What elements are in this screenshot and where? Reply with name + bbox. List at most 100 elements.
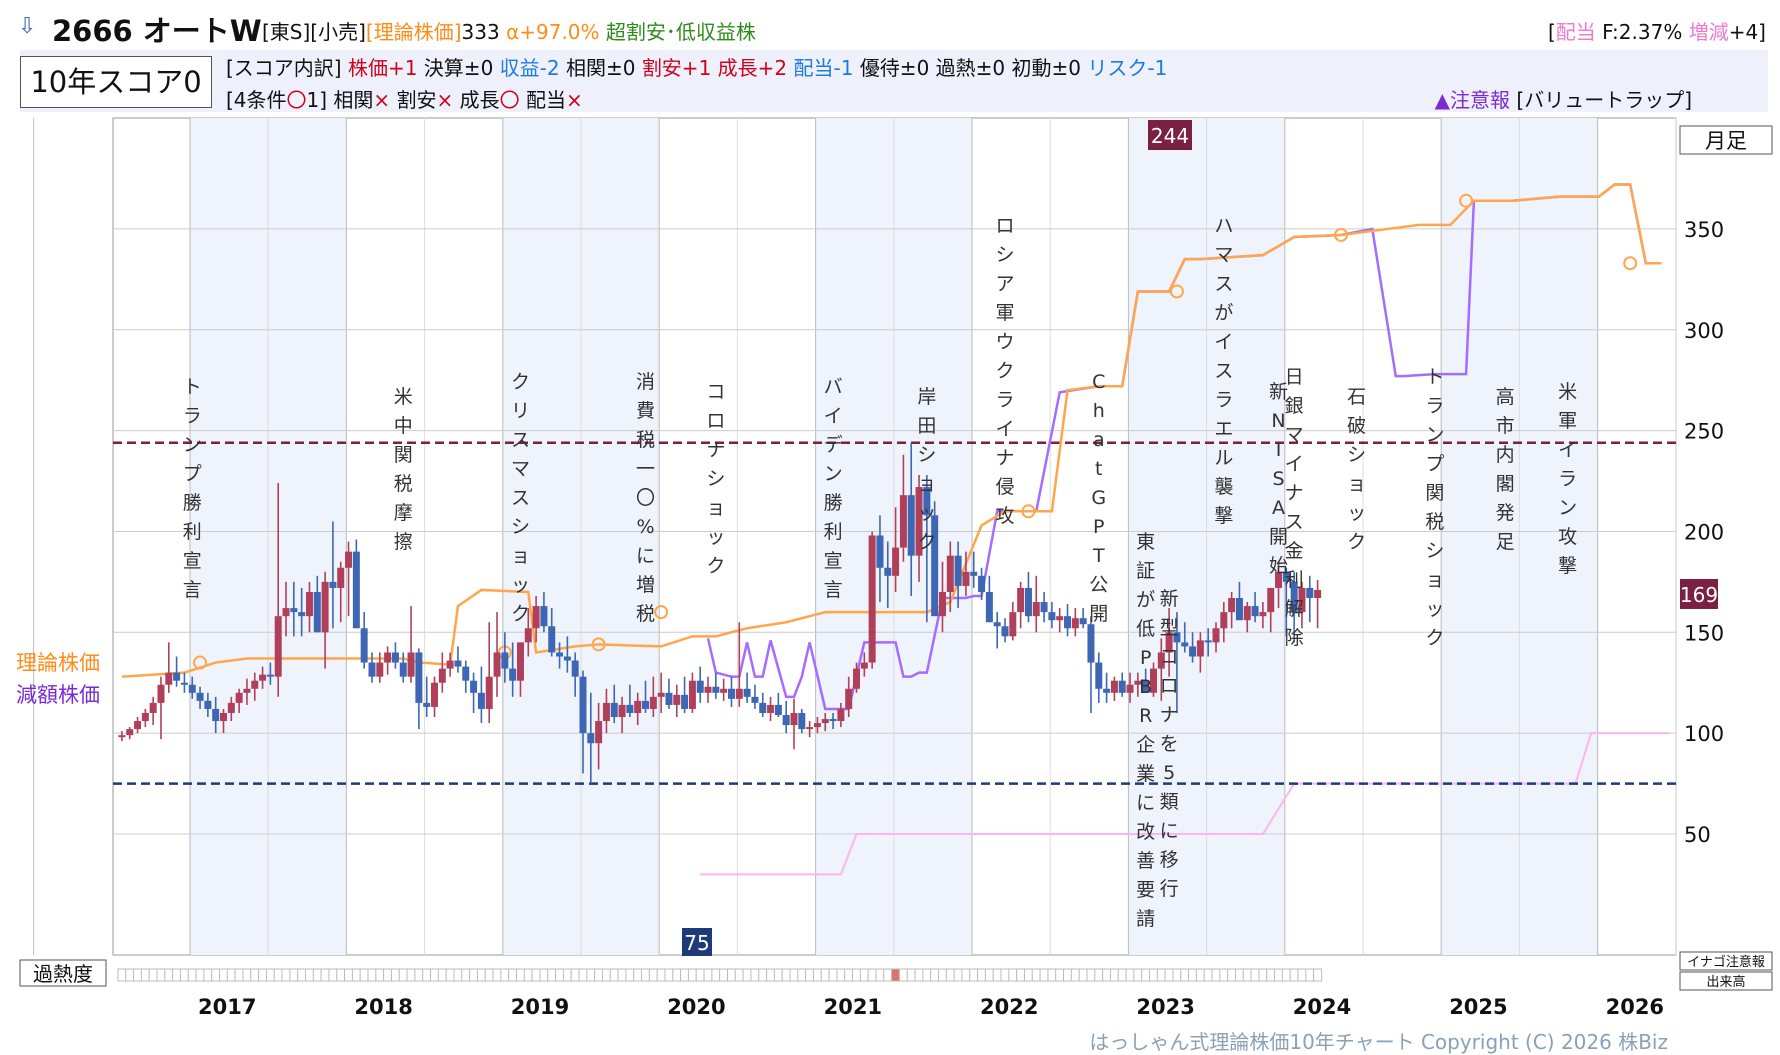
overheat-cell <box>773 968 783 982</box>
candle-body <box>634 700 642 713</box>
overheat-cell <box>375 968 385 982</box>
overheat-cell <box>601 968 611 982</box>
candle-body <box>384 652 392 663</box>
candle-body <box>470 680 478 693</box>
candle-body <box>157 684 165 703</box>
event-label: ハマスがイスラエル襲撃 <box>1214 215 1233 527</box>
candle-body <box>266 674 274 677</box>
overheat-cell <box>648 968 658 982</box>
candle-body <box>259 674 267 681</box>
stock-chart: 50 100 150 200 250 300 350 2017 2018 2019 2020 2021… <box>16 117 1773 1019</box>
candle-body <box>243 688 251 693</box>
overheat-cell <box>250 968 260 982</box>
candle-body <box>946 555 954 592</box>
overheat-cell <box>750 968 760 982</box>
overheat-cell <box>1289 968 1299 982</box>
candle-body <box>727 688 735 699</box>
overheat-cell <box>641 968 651 982</box>
overheat-cell <box>195 968 205 982</box>
candle-body <box>540 606 548 627</box>
overheat-cell <box>1133 968 1143 982</box>
candle-body <box>642 700 650 709</box>
y-tick-label: 100 <box>1684 722 1724 746</box>
overheat-cell <box>398 968 408 982</box>
candle-body <box>524 628 532 643</box>
candle-body <box>579 676 587 734</box>
candle-body <box>423 702 431 707</box>
candle-body <box>899 495 907 548</box>
y-tick-label: 200 <box>1684 520 1724 544</box>
overheat-cell <box>304 968 314 982</box>
candle-body <box>290 608 298 613</box>
candle-body <box>1196 640 1204 657</box>
overheat-cell <box>1039 968 1049 982</box>
overheat-cell <box>148 968 158 982</box>
candle-body <box>868 535 876 663</box>
overheat-cell <box>281 968 291 982</box>
candle-body <box>860 662 868 669</box>
candle-body <box>376 662 384 677</box>
candle-body <box>1040 602 1048 613</box>
candle-body <box>563 656 571 661</box>
overheat-cell <box>789 968 799 982</box>
overheat-cell <box>500 968 510 982</box>
year-label: 2021 <box>824 995 882 1019</box>
overheat-cell <box>922 968 932 982</box>
candle-body <box>149 702 157 713</box>
candle-body <box>751 696 759 703</box>
overheat-cell <box>1305 968 1315 982</box>
candle-body <box>829 719 837 722</box>
candle-body <box>313 591 321 633</box>
overheat-cell <box>539 968 549 982</box>
candle-body <box>196 692 204 701</box>
overheat-cell <box>1266 968 1276 982</box>
candle-body <box>1306 587 1314 599</box>
overheat-cell <box>312 968 322 982</box>
low-marker-label: 75 <box>684 931 709 955</box>
candle-body <box>853 668 861 689</box>
candle-body <box>368 662 376 677</box>
overheat-cell <box>133 968 143 982</box>
overheat-cell <box>594 968 604 982</box>
y-tick-label: 250 <box>1684 420 1724 444</box>
candle-body <box>1189 646 1197 657</box>
year-label: 2023 <box>1136 995 1194 1019</box>
candle-body <box>134 721 142 730</box>
overheat-cell <box>578 968 588 982</box>
candle-body <box>477 692 485 709</box>
candle-body <box>673 694 681 705</box>
overheat-cell <box>1172 968 1182 982</box>
candle-body <box>462 666 470 681</box>
overheat-cell <box>344 968 354 982</box>
overheat-cell <box>844 968 854 982</box>
event-label: 米軍イラン攻撃 <box>1558 381 1577 577</box>
candle-body <box>782 714 790 726</box>
overheat-cell <box>1023 968 1033 982</box>
candle-body <box>595 721 603 744</box>
overheat-cell <box>1141 968 1151 982</box>
overheat-cell <box>1242 968 1252 982</box>
candle-body <box>1095 662 1103 689</box>
candle-body <box>602 702 610 722</box>
candle-body <box>1064 616 1072 629</box>
overheat-cell <box>226 968 236 982</box>
event-label: ロシア軍ウクライナ侵攻 <box>995 215 1014 527</box>
overheat-cell <box>1258 968 1268 982</box>
candle-body <box>798 712 806 730</box>
overheat-cell <box>781 968 791 982</box>
candle-body <box>454 660 462 667</box>
overheat-cell <box>586 968 596 982</box>
candle-body <box>556 652 564 657</box>
overheat-cell <box>1250 968 1260 982</box>
year-label: 2026 <box>1606 995 1664 1019</box>
candle-body <box>360 628 368 663</box>
candle-body <box>1243 606 1251 621</box>
candle-body <box>587 733 595 744</box>
overheat-cell <box>562 968 572 982</box>
candle-body <box>180 682 188 685</box>
candle-body <box>1126 684 1134 693</box>
overheat-cell <box>492 968 502 982</box>
overheat-cell <box>977 968 987 982</box>
candle-body <box>1110 680 1118 693</box>
candle-body <box>321 581 329 633</box>
